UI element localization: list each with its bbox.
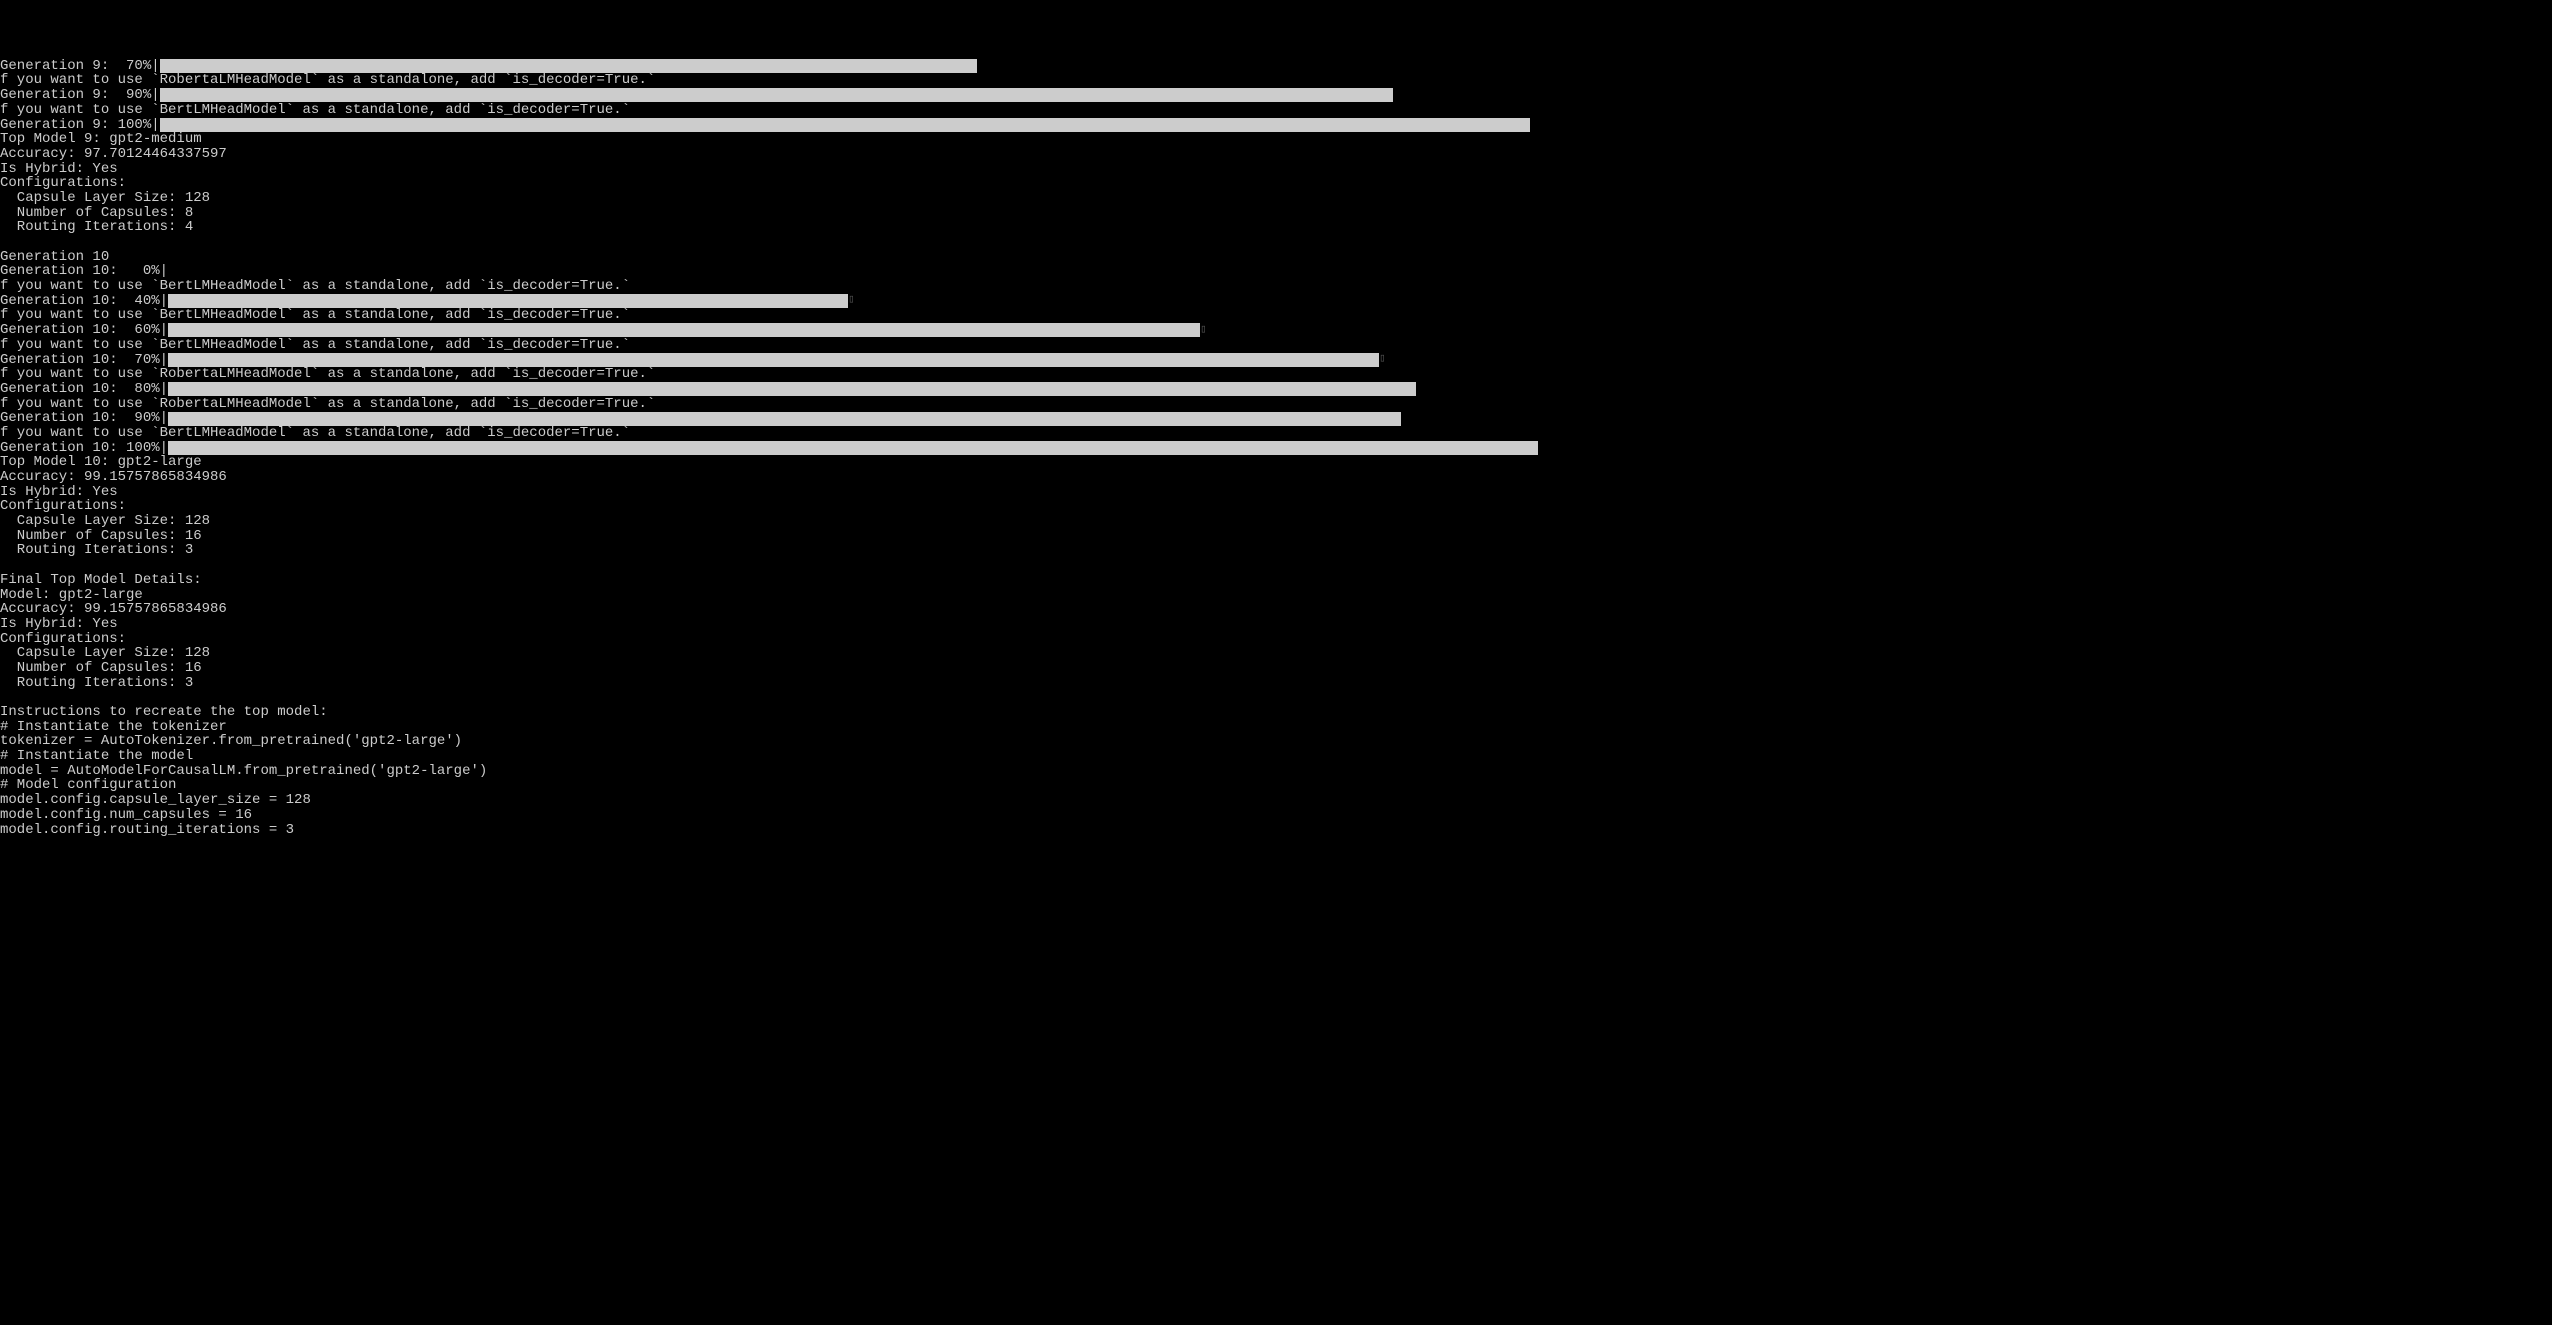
terminal-line: Routing Iterations: 3 (0, 676, 2552, 691)
progress-bar (168, 323, 1200, 337)
progress-label: Generation 10: 60%| (0, 323, 168, 338)
terminal-line: Capsule Layer Size: 128 (0, 191, 2552, 206)
terminal-line: Routing Iterations: 4 (0, 220, 2552, 235)
terminal-line: tokenizer = AutoTokenizer.from_pretraine… (0, 734, 2552, 749)
terminal-line: f you want to use `BertLMHeadModel` as a… (0, 338, 2552, 353)
terminal-line: Is Hybrid: Yes (0, 485, 2552, 500)
progress-bar (160, 88, 1393, 102)
progress-label: Generation 10: 40%| (0, 294, 168, 309)
progress-line: Generation 10: 60%| ▯ (0, 323, 2552, 338)
terminal-line: f you want to use `BertLMHeadModel` as a… (0, 279, 2552, 294)
terminal-line: model = AutoModelForCausalLM.from_pretra… (0, 764, 2552, 779)
terminal-line: model.config.capsule_layer_size = 128 (0, 793, 2552, 808)
progress-label: Generation 9: 90%| (0, 88, 160, 103)
terminal-line: Configurations: (0, 499, 2552, 514)
terminal-line: Capsule Layer Size: 128 (0, 514, 2552, 529)
terminal-line: Number of Capsules: 16 (0, 529, 2552, 544)
progress-end-marker: ▯ (848, 295, 855, 307)
progress-bar (160, 118, 1530, 132)
terminal-line: Instructions to recreate the top model: (0, 705, 2552, 720)
progress-label: Generation 9: 100%| (0, 118, 160, 133)
terminal-line: f you want to use `BertLMHeadModel` as a… (0, 103, 2552, 118)
blank-line (0, 690, 2552, 705)
terminal-line: model.config.routing_iterations = 3 (0, 823, 2552, 838)
progress-label: Generation 10: 70%| (0, 353, 168, 368)
terminal-line: Accuracy: 97.70124464337597 (0, 147, 2552, 162)
terminal-line: # Instantiate the tokenizer (0, 720, 2552, 735)
progress-end-marker: ▯ (1200, 325, 1207, 337)
progress-line: Generation 9: 70%| (0, 59, 2552, 74)
blank-line (0, 558, 2552, 573)
progress-bar (168, 441, 1538, 455)
progress-line: Generation 10: 100%| (0, 441, 2552, 456)
progress-label: Generation 10: 100%| (0, 441, 168, 456)
terminal-line: Final Top Model Details: (0, 573, 2552, 588)
terminal-output: Generation 9: 70%|f you want to use `Rob… (0, 59, 2552, 837)
terminal-line: Top Model 9: gpt2-medium (0, 132, 2552, 147)
terminal-line: Configurations: (0, 632, 2552, 647)
progress-bar (168, 353, 1379, 367)
blank-line (0, 235, 2552, 250)
terminal-line: f you want to use `BertLMHeadModel` as a… (0, 426, 2552, 441)
terminal-line: Accuracy: 99.15757865834986 (0, 602, 2552, 617)
progress-line: Generation 9: 90%| (0, 88, 2552, 103)
progress-label: Generation 10: 0%| (0, 264, 168, 279)
progress-line: Generation 10: 90%| (0, 411, 2552, 426)
progress-label: Generation 10: 80%| (0, 382, 168, 397)
terminal-line: Top Model 10: gpt2-large (0, 455, 2552, 470)
terminal-line: Routing Iterations: 3 (0, 543, 2552, 558)
terminal-line: f you want to use `RobertaLMHeadModel` a… (0, 73, 2552, 88)
terminal-line: f you want to use `BertLMHeadModel` as a… (0, 308, 2552, 323)
terminal-line: # Model configuration (0, 778, 2552, 793)
terminal-line: Number of Capsules: 16 (0, 661, 2552, 676)
progress-bar (168, 382, 1416, 396)
terminal-line: Accuracy: 99.15757865834986 (0, 470, 2552, 485)
terminal-line: Is Hybrid: Yes (0, 617, 2552, 632)
terminal-line: Configurations: (0, 176, 2552, 191)
progress-bar (168, 412, 1401, 426)
progress-line: Generation 10: 40%| ▯ (0, 294, 2552, 309)
terminal-line: # Instantiate the model (0, 749, 2552, 764)
progress-line: Generation 10: 70%| ▯ (0, 353, 2552, 368)
progress-line: Generation 10: 80%| (0, 382, 2552, 397)
terminal-line: Model: gpt2-large (0, 588, 2552, 603)
terminal-line: Capsule Layer Size: 128 (0, 646, 2552, 661)
terminal-line: f you want to use `RobertaLMHeadModel` a… (0, 397, 2552, 412)
progress-bar (160, 59, 977, 73)
terminal-line: Is Hybrid: Yes (0, 162, 2552, 177)
terminal-line: model.config.num_capsules = 16 (0, 808, 2552, 823)
progress-label: Generation 10: 90%| (0, 411, 168, 426)
progress-end-marker: ▯ (1379, 354, 1386, 366)
terminal-line: Generation 10 (0, 250, 2552, 265)
progress-label: Generation 9: 70%| (0, 59, 160, 74)
progress-bar (168, 294, 848, 308)
progress-line: Generation 9: 100%| (0, 118, 2552, 133)
terminal-line: f you want to use `RobertaLMHeadModel` a… (0, 367, 2552, 382)
progress-line: Generation 10: 0%| (0, 264, 2552, 279)
terminal-line: Number of Capsules: 8 (0, 206, 2552, 221)
